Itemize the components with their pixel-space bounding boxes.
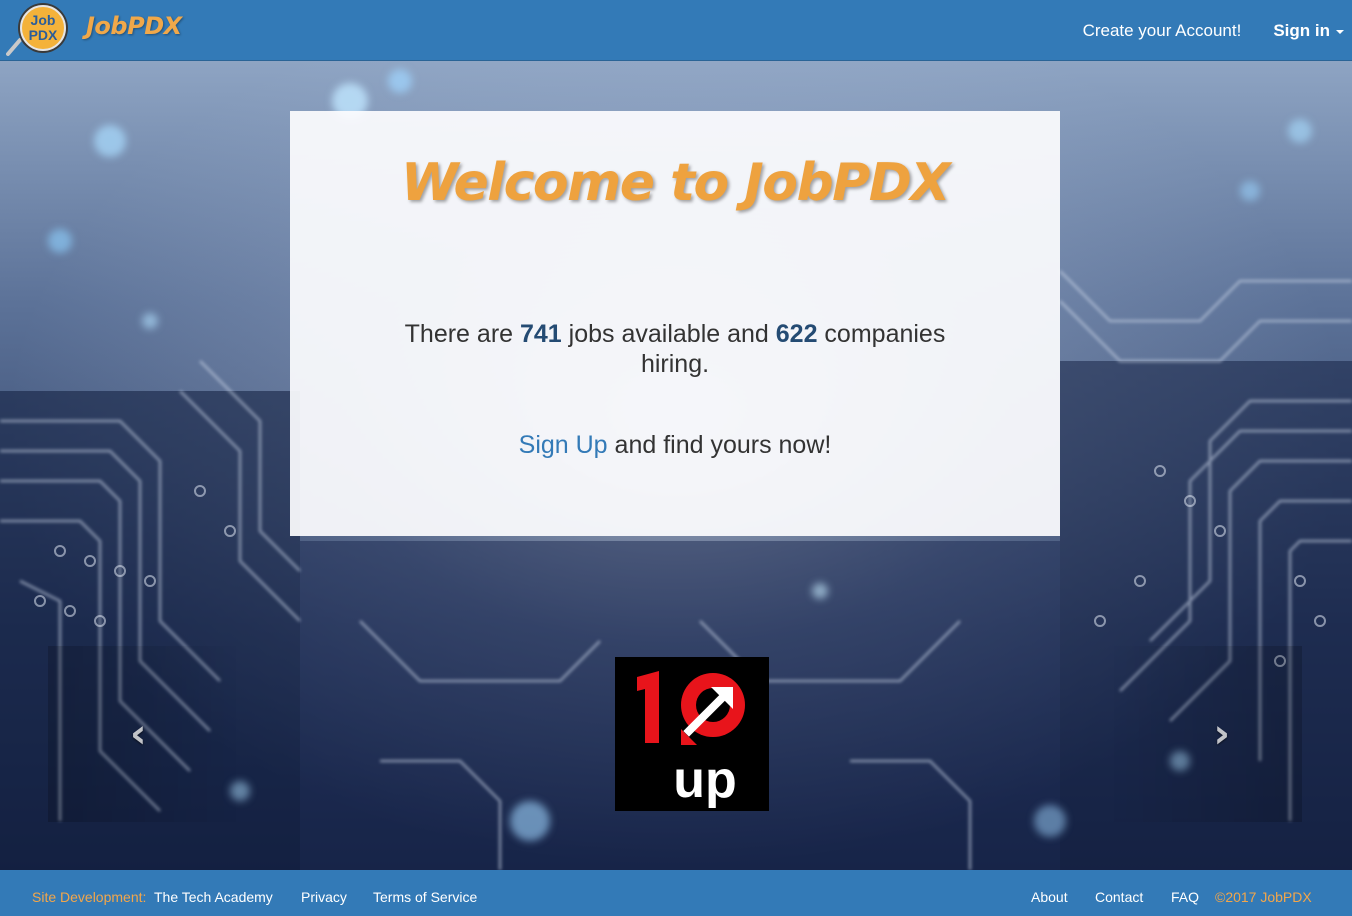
signup-cta: Sign Up and find yours now! xyxy=(290,431,1060,460)
company-carousel: ‹ up › xyxy=(48,646,1302,822)
chevron-right-icon: › xyxy=(1213,711,1230,757)
create-account-link[interactable]: Create your Account! xyxy=(1067,0,1258,61)
about-link[interactable]: About xyxy=(1031,889,1068,905)
contact-link[interactable]: Contact xyxy=(1095,889,1143,905)
logo-text-bottom: PDX xyxy=(29,27,58,43)
cta-suffix: and find yours now! xyxy=(607,431,832,459)
welcome-title: Welcome to JobPDX xyxy=(400,153,951,213)
sign-in-label: Sign in xyxy=(1273,20,1330,40)
logo-up-text: up xyxy=(673,751,737,809)
stats-middle: jobs available and xyxy=(561,320,776,348)
companies-count: 622 xyxy=(775,320,818,348)
privacy-link[interactable]: Privacy xyxy=(301,889,347,905)
carousel-next-button[interactable]: › xyxy=(1112,646,1302,822)
jobs-stats-text: There are 741 jobs available and 622 com… xyxy=(380,319,970,379)
chevron-left-icon: ‹ xyxy=(130,711,147,757)
top-navbar: Job PDX JobPDX Create your Account! Sign… xyxy=(0,0,1352,61)
caret-down-icon xyxy=(1336,29,1344,34)
company-logo-10up[interactable]: up xyxy=(615,657,769,811)
sign-up-link[interactable]: Sign Up xyxy=(519,431,608,459)
copyright-text: ©2017 JobPDX xyxy=(1215,889,1312,905)
tech-academy-link[interactable]: The Tech Academy xyxy=(154,889,273,905)
brand-name[interactable]: JobPDX xyxy=(86,12,182,40)
nav-right: Create your Account! Sign in xyxy=(1067,0,1352,61)
site-development-label: Site Development: xyxy=(32,889,147,905)
stats-prefix: There are xyxy=(404,320,520,348)
carousel-prev-button[interactable]: ‹ xyxy=(48,646,238,822)
terms-of-service-link[interactable]: Terms of Service xyxy=(373,889,477,905)
jobs-count: 741 xyxy=(520,320,562,348)
logo-icon[interactable]: Job PDX xyxy=(6,2,72,56)
welcome-panel: Welcome to JobPDX There are 741 jobs ava… xyxy=(290,111,1060,536)
logo-text-top: Job xyxy=(31,12,56,28)
faq-link[interactable]: FAQ xyxy=(1171,889,1199,905)
footer: Site Development: The Tech Academy Priva… xyxy=(0,870,1352,916)
sign-in-dropdown[interactable]: Sign in xyxy=(1257,0,1352,61)
